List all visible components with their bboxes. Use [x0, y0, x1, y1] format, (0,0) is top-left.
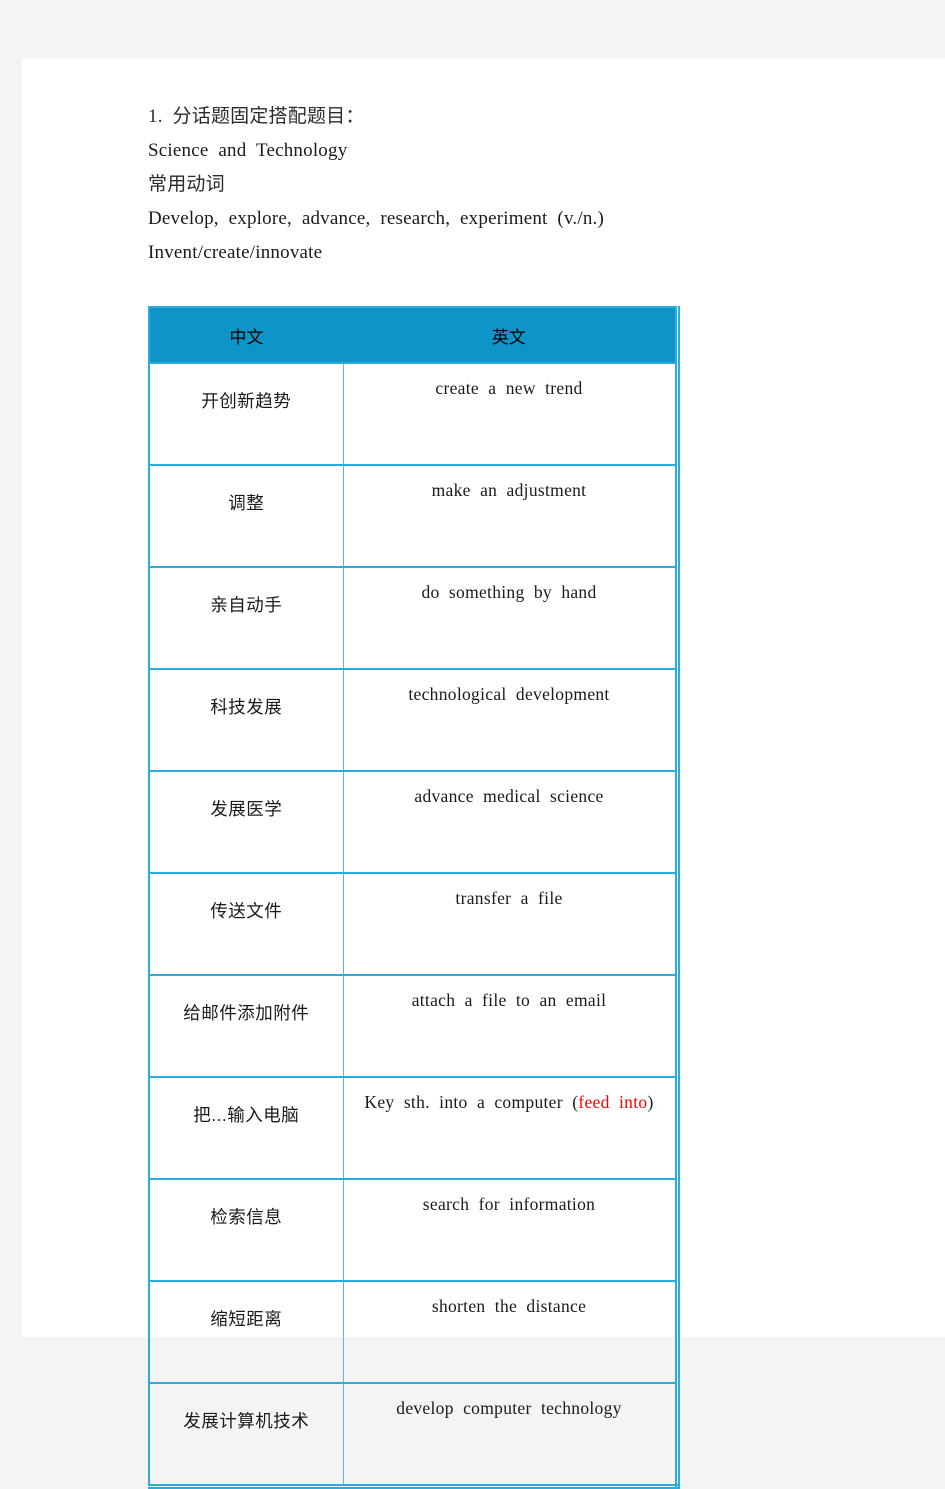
cell-chinese: 发展医学	[148, 770, 344, 874]
table-row: 检索信息 search for information	[148, 1178, 678, 1282]
table-row: 把...输入电脑 Key sth. into a computer (feed i…	[148, 1076, 678, 1180]
table-header-row: 中文 英文	[149, 307, 677, 363]
cell-chinese: 缩短距离	[148, 1280, 344, 1384]
cell-english: Key sth. into a computer (feed into)	[342, 1076, 678, 1180]
cell-english: develop computer technology	[342, 1382, 678, 1487]
intro-line-2: Science and Technology	[148, 140, 348, 161]
cell-english: do something by hand	[342, 566, 678, 670]
vocabulary-table-container: 中文 英文 开创新趋势 create a new trend 调整 make an a…	[148, 306, 680, 1489]
cell-english: transfer a file	[342, 872, 678, 976]
table-header: 中文 英文	[149, 307, 677, 363]
table-row: 亲自动手 do something by hand	[148, 566, 678, 670]
cell-english: attach a file to an email	[342, 974, 678, 1078]
cell-english: shorten the distance	[342, 1280, 678, 1384]
english-phrase-base: Key sth. into a computer (	[364, 1092, 579, 1112]
table-row: 科技发展 technological development	[148, 668, 678, 772]
intro-line-1: 1. 分话题固定搭配题目：	[148, 106, 365, 127]
cell-english: advance medical science	[342, 770, 678, 874]
table-row: 调整 make an adjustment	[148, 464, 678, 568]
vocabulary-table: 中文 英文 开创新趋势 create a new trend 调整 make an a…	[148, 306, 680, 1489]
english-phrase-suffix: )	[647, 1092, 654, 1112]
cell-chinese: 传送文件	[148, 872, 344, 976]
table-row: 发展医学 advance medical science	[148, 770, 678, 874]
table-row: 缩短距离 shorten the distance	[148, 1280, 678, 1384]
cell-chinese: 科技发展	[148, 668, 344, 772]
table-row: 开创新趋势 create a new trend	[148, 363, 678, 466]
intro-line-4: Develop, explore, advance, research, exp…	[148, 208, 605, 229]
cell-english: technological development	[342, 668, 678, 772]
cell-chinese: 检索信息	[148, 1178, 344, 1282]
table-body: 开创新趋势 create a new trend 调整 make an adjustm…	[148, 363, 678, 1487]
table-row: 传送文件 transfer a file	[148, 872, 678, 976]
intro-text-block: 1. 分话题固定搭配题目： Science and Technology 常用动词 D…	[148, 100, 868, 270]
cell-chinese: 亲自动手	[148, 566, 344, 670]
cell-chinese: 给邮件添加附件	[148, 974, 344, 1078]
cell-chinese: 开创新趋势	[148, 363, 344, 466]
cell-english: create a new trend	[342, 363, 678, 466]
intro-line-5: Invent/create/innovate	[148, 242, 323, 263]
document-page: 1. 分话题固定搭配题目： Science and Technology 常用动词 D…	[22, 58, 945, 1489]
column-header-english: 英文	[343, 307, 677, 363]
cell-chinese: 调整	[148, 464, 344, 568]
document-body: 1. 分话题固定搭配题目： Science and Technology 常用动词 D…	[148, 100, 868, 1489]
table-row: 给邮件添加附件 attach a file to an email	[148, 974, 678, 1078]
table-row: 发展计算机技术 develop computer technology	[148, 1382, 678, 1487]
cell-chinese: 发展计算机技术	[148, 1382, 344, 1487]
english-phrase-accent: feed into	[578, 1092, 648, 1112]
column-header-chinese: 中文	[149, 307, 343, 363]
cell-english: search for information	[342, 1178, 678, 1282]
cell-chinese: 把...输入电脑	[148, 1076, 344, 1180]
intro-line-3: 常用动词	[148, 174, 225, 195]
cell-english: make an adjustment	[342, 464, 678, 568]
